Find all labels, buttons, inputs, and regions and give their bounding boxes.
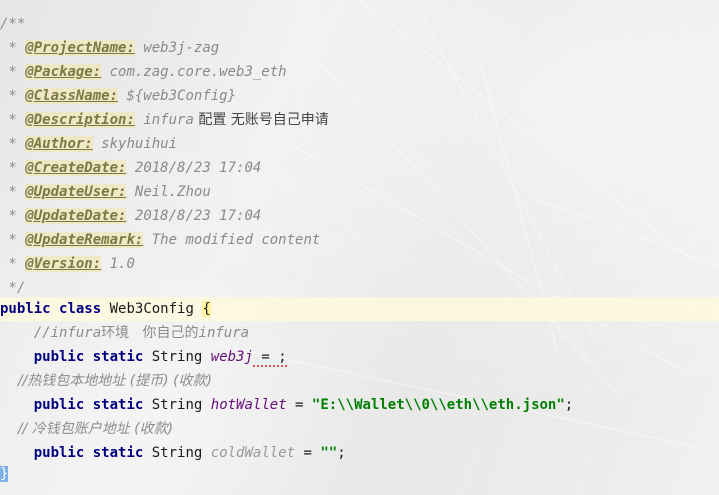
code-line[interactable]: * @Version: 1.0 <box>0 252 719 276</box>
code-line[interactable]: * @ProjectName: web3j-zag <box>0 36 719 60</box>
code-line[interactable]: public static String web3j = ; <box>0 345 719 369</box>
line-comment-text: 环境 你自己的 <box>101 325 199 341</box>
semicolon: ; <box>337 445 346 461</box>
javadoc-value: infura <box>143 112 194 128</box>
keyword: public <box>33 445 85 461</box>
keyword: static <box>92 349 144 365</box>
code-line[interactable]: * @Package: com.zag.core.web3_eth <box>0 60 719 84</box>
assign-operator: = <box>286 397 312 413</box>
javadoc-tag: @UpdateRemark: <box>25 232 144 248</box>
code-editor[interactable]: /** * @ProjectName: web3j-zag * @Package… <box>0 0 719 495</box>
code-line[interactable]: public static String hotWallet = "E:\\Wa… <box>0 393 719 417</box>
code-line[interactable]: /** <box>0 12 719 36</box>
code-line[interactable]: * @UpdateRemark: The modified content <box>0 228 719 252</box>
javadoc-value: com.zag.core.web3_eth <box>109 64 287 80</box>
field-name: hotWallet <box>210 397 287 413</box>
code-line[interactable]: } <box>0 462 719 486</box>
semicolon: ; <box>564 397 574 413</box>
javadoc-tag: @UpdateDate: <box>25 208 127 224</box>
string-literal: "" <box>320 445 338 461</box>
javadoc-value: web3j-zag <box>143 40 220 56</box>
field-name-unused: coldWallet <box>210 445 296 461</box>
open-brace: { <box>202 301 211 317</box>
code-line[interactable]: // 冷钱包账户地址 (收款) <box>0 417 719 441</box>
keyword: static <box>92 397 144 413</box>
assign-operator: = <box>295 445 321 461</box>
javadoc-value: ${web3Config} <box>126 88 237 104</box>
keyword: public <box>0 301 51 317</box>
code-line[interactable]: * @Author: skyhuihui <box>0 132 719 156</box>
doc-comment-close: */ <box>0 280 26 296</box>
doc-comment-open: /** <box>0 16 26 32</box>
field-name: web3j <box>210 349 253 365</box>
javadoc-value: skyhuihui <box>101 136 178 152</box>
javadoc-tag: @Package: <box>25 64 102 80</box>
error-squiggle-text: = ; <box>252 349 287 367</box>
javadoc-value: 2018/8/23 17:04 <box>134 160 262 176</box>
keyword: class <box>59 301 102 317</box>
javadoc-value: Neil.Zhou <box>134 184 211 200</box>
type-name: String <box>151 445 203 461</box>
close-brace: } <box>0 466 9 482</box>
line-comment-text: infura <box>50 325 102 341</box>
string-literal: "E:\\Wallet\\0\\eth\\eth.json" <box>311 397 565 413</box>
javadoc-value: 配置 无账号自己申请 <box>193 112 329 128</box>
javadoc-tag: @Author: <box>25 136 93 152</box>
javadoc-value: 2018/8/23 17:04 <box>134 208 262 224</box>
line-comment-text: infura <box>198 325 250 341</box>
javadoc-tag: @Version: <box>25 256 102 272</box>
keyword: static <box>92 445 144 461</box>
line-comment-prefix: // <box>33 325 51 341</box>
code-line[interactable]: * @UpdateUser: Neil.Zhou <box>0 180 719 204</box>
keyword: public <box>33 397 85 413</box>
javadoc-value: The modified content <box>151 232 321 248</box>
javadoc-tag: @Description: <box>25 112 135 128</box>
line-comment-text: // 冷钱包账户地址 (收款) <box>17 421 174 437</box>
class-name: Web3Config <box>109 301 194 317</box>
javadoc-value: 1.0 <box>109 256 135 272</box>
code-line[interactable]: * @ClassName: ${web3Config} <box>0 84 719 108</box>
code-line[interactable]: * @CreateDate: 2018/8/23 17:04 <box>0 156 719 180</box>
javadoc-tag: @ProjectName: <box>25 40 135 56</box>
javadoc-tag: @UpdateUser: <box>25 184 127 200</box>
code-line[interactable]: //infura环境 你自己的infura <box>0 321 719 345</box>
javadoc-tag: @ClassName: <box>25 88 119 104</box>
type-name: String <box>151 349 203 365</box>
keyword: public <box>33 349 85 365</box>
code-line[interactable]: //热钱包本地地址 (提币) (收款) <box>0 369 719 393</box>
code-line-current[interactable]: public class Web3Config { <box>0 297 719 321</box>
javadoc-tag: @CreateDate: <box>25 160 127 176</box>
code-line[interactable]: * @Description: infura 配置 无账号自己申请 <box>0 108 719 132</box>
type-name: String <box>151 397 203 413</box>
line-comment-text: //热钱包本地地址 (提币) (收款) <box>17 373 212 389</box>
code-line[interactable]: * @UpdateDate: 2018/8/23 17:04 <box>0 204 719 228</box>
